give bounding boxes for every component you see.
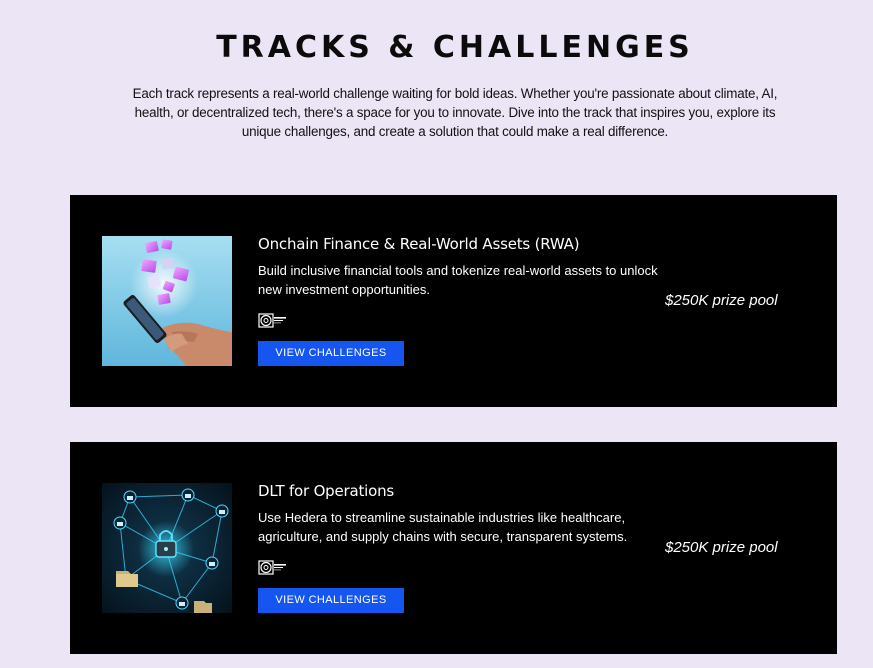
track-description: Build inclusive financial tools and toke…: [258, 263, 658, 297]
view-challenges-button[interactable]: VIEW CHALLENGES: [258, 341, 404, 366]
track-title: DLT for Operations: [258, 482, 395, 500]
track-title: Onchain Finance & Real-World Assets (RWA…: [258, 235, 580, 253]
phone-with-floating-cubes-icon: [102, 236, 232, 366]
track-description: Use Hedera to streamline sustainable ind…: [258, 510, 628, 544]
prize-pool: $250K prize pool: [665, 539, 778, 556]
track-card-rwa: Onchain Finance & Real-World Assets (RWA…: [70, 195, 837, 407]
view-challenges-button[interactable]: VIEW CHALLENGES: [258, 588, 404, 613]
track-image-rwa: [102, 236, 232, 366]
section-intro: Each track represents a real-world chall…: [132, 86, 778, 139]
track-image-dlt: [102, 483, 232, 613]
section-title: TRACKS & CHALLENGES: [216, 30, 694, 65]
sponsor-logo-icon: [258, 311, 288, 329]
prize-pool: $250K prize pool: [665, 292, 778, 309]
sponsor-logo-icon: [258, 558, 288, 576]
network-lock-icon: [102, 483, 232, 613]
track-card-dlt: DLT for Operations Use Hedera to streaml…: [70, 442, 837, 654]
